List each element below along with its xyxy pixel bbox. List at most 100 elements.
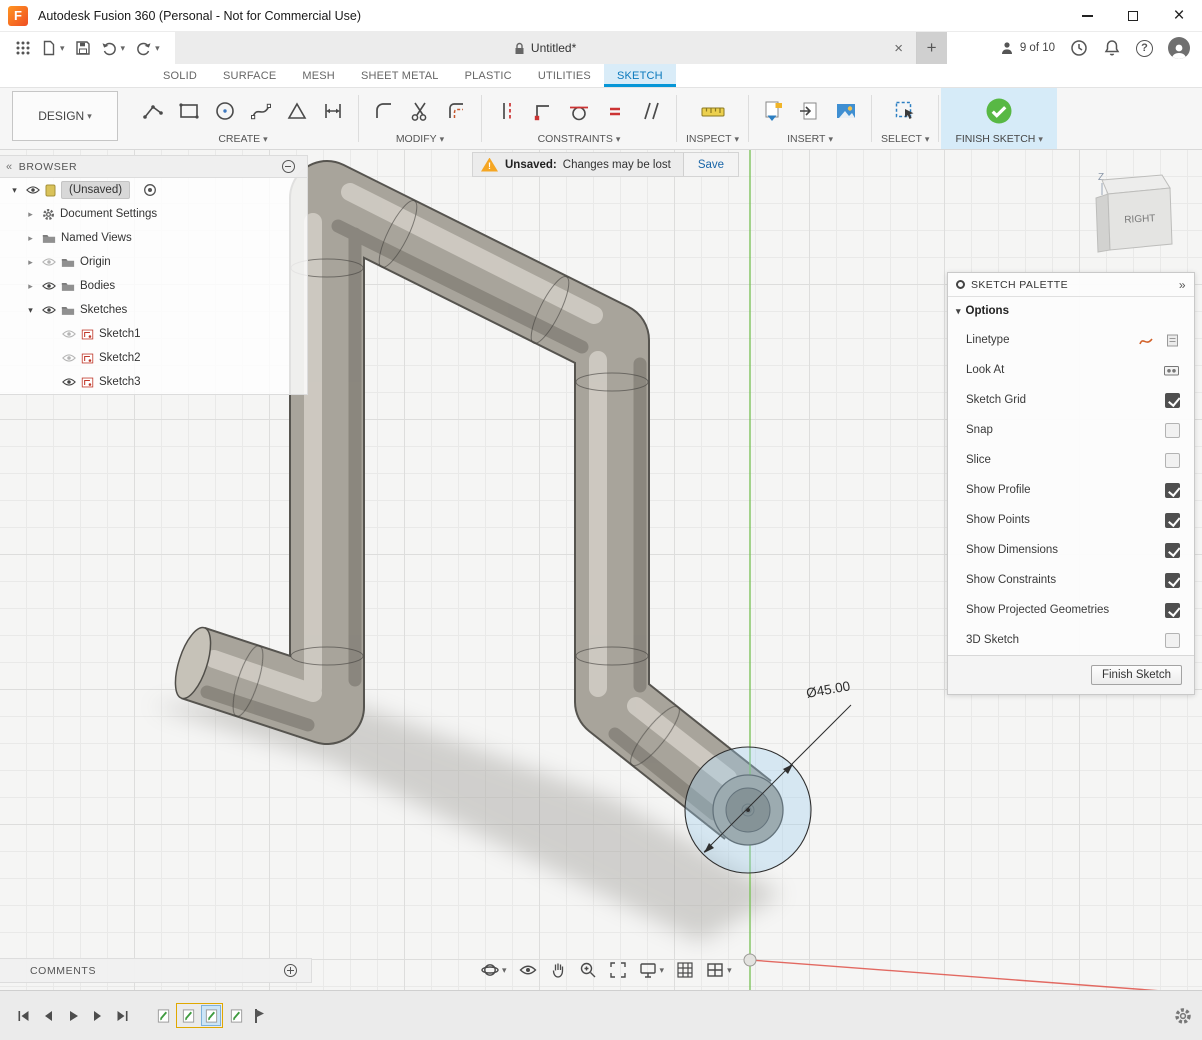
constraints-menu[interactable]: CONSTRAINTS [538,132,621,149]
sketch-dimension-button[interactable] [317,95,349,127]
tab-sheet-metal[interactable]: SHEET METAL [348,64,452,87]
expand-icon[interactable] [24,209,37,220]
equal-constraint-icon[interactable] [599,95,631,127]
3d-sketch-checkbox[interactable] [1165,633,1180,648]
save-icon[interactable] [70,35,96,61]
redo-icon[interactable] [130,35,165,61]
zoom-icon[interactable] [576,959,600,981]
viewports-icon[interactable] [703,959,735,981]
collapse-browser-icon[interactable] [6,161,13,173]
tab-surface[interactable]: SURFACE [210,64,289,87]
insert-svg-button[interactable] [758,95,790,127]
node-label[interactable]: Named Views [61,232,132,244]
tab-sketch[interactable]: SKETCH [604,64,676,87]
tree-sketches[interactable]: Sketches [0,298,307,322]
tab-utilities[interactable]: UTILITIES [525,64,604,87]
node-label[interactable]: Bodies [80,280,115,292]
inspect-menu[interactable]: INSPECT [686,132,739,149]
sketch-label[interactable]: Sketch2 [99,352,141,364]
help-icon[interactable] [1136,40,1153,57]
trim-tool-button[interactable] [404,95,436,127]
undo-icon[interactable] [96,35,131,61]
root-document-label[interactable]: (Unsaved) [61,181,130,199]
look-at-icon[interactable] [1163,363,1180,378]
save-link[interactable]: Save [683,153,738,176]
grid-snap-icon[interactable] [673,959,697,981]
view-cube[interactable]: Z RIGHT [1078,162,1188,262]
offset-tool-button[interactable] [440,95,472,127]
job-status[interactable]: 9 of 10 [999,40,1055,56]
finish-sketch-button[interactable] [983,95,1015,127]
tree-bodies[interactable]: Bodies [0,274,307,298]
expand-icon[interactable] [24,233,37,244]
display-settings-icon[interactable] [636,959,668,981]
add-comment-icon[interactable] [284,964,297,977]
show-dimensions-checkbox[interactable] [1165,543,1180,558]
timeline-position-marker[interactable] [249,1005,269,1026]
timeline-feature-sketch[interactable] [178,1005,198,1026]
circle-tool-button[interactable] [209,95,241,127]
tree-root-unsaved[interactable]: (Unsaved) [0,178,307,202]
close-button[interactable] [1156,0,1202,31]
coincident-constraint-icon[interactable] [527,95,559,127]
measure-tool-button[interactable] [697,95,729,127]
options-section-header[interactable]: Options [948,297,1194,325]
tab-plastic[interactable]: PLASTIC [452,64,525,87]
tab-solid[interactable]: SOLID [150,64,210,87]
vertical-horizontal-constraint-icon[interactable] [491,95,523,127]
parallel-constraint-icon[interactable] [635,95,667,127]
visibility-icon[interactable] [62,377,76,387]
palette-collapse-icon[interactable] [1179,278,1186,292]
finish-sketch-menu[interactable]: FINISH SKETCH [955,132,1042,149]
close-tab-icon[interactable] [890,39,908,57]
canvas-image-button[interactable] [830,95,862,127]
expand-icon[interactable] [8,185,21,196]
snap-checkbox[interactable] [1165,423,1180,438]
avatar[interactable] [1168,37,1190,59]
expand-icon[interactable] [24,305,37,316]
visibility-icon[interactable] [42,305,56,315]
visibility-off-icon[interactable] [62,329,76,339]
viewcube-face-label[interactable]: RIGHT [1124,213,1156,226]
sketch-label[interactable]: Sketch3 [99,376,141,388]
timeline-play-button[interactable] [60,1005,85,1027]
insert-mesh-button[interactable] [794,95,826,127]
history-clock-icon[interactable] [1070,39,1088,57]
design-workspace-menu[interactable]: DESIGN [12,91,118,141]
browser-options-icon[interactable] [282,160,295,173]
select-tool-button[interactable] [889,95,921,127]
sketch-grid-checkbox[interactable] [1165,393,1180,408]
new-tab-button[interactable] [917,32,947,64]
tree-sketch3[interactable]: Sketch3 [0,370,307,394]
expand-icon[interactable] [24,257,37,268]
viewport-canvas[interactable]: Ø45.00 ! Unsaved: Changes may be lost Sa… [0,150,1202,990]
show-constraints-checkbox[interactable] [1165,573,1180,588]
dimension-text[interactable]: Ø45.00 [805,678,851,700]
insert-menu[interactable]: INSERT [787,132,833,149]
comments-bar[interactable]: COMMENTS [0,958,312,983]
document-tab[interactable]: Untitled* [175,32,917,64]
timeline-feature-sketch-selected[interactable] [201,1005,221,1026]
linetype-curve-icon[interactable] [1137,333,1155,348]
rectangle-tool-button[interactable] [173,95,205,127]
timeline-feature-sketch[interactable] [153,1005,173,1026]
app-grid-icon[interactable] [10,35,36,61]
visibility-icon[interactable] [42,281,56,291]
create-menu[interactable]: CREATE [218,132,267,149]
spline-tool-button[interactable] [245,95,277,127]
node-label[interactable]: Origin [80,256,111,268]
visibility-off-icon[interactable] [42,257,56,267]
line-tool-button[interactable] [137,95,169,127]
palette-handle-icon[interactable] [956,280,965,289]
fit-icon[interactable] [606,959,630,981]
timeline-feature-sketch[interactable] [226,1005,246,1026]
linetype-construction-icon[interactable] [1165,333,1180,348]
sketch-label[interactable]: Sketch1 [99,328,141,340]
show-profile-checkbox[interactable] [1165,483,1180,498]
timeline-go-to-end-button[interactable] [110,1005,135,1027]
expand-icon[interactable] [24,281,37,292]
timeline-step-forward-button[interactable] [85,1005,110,1027]
look-at-nav-icon[interactable] [516,959,540,981]
visibility-icon[interactable] [26,185,40,195]
maximize-button[interactable] [1110,0,1156,31]
